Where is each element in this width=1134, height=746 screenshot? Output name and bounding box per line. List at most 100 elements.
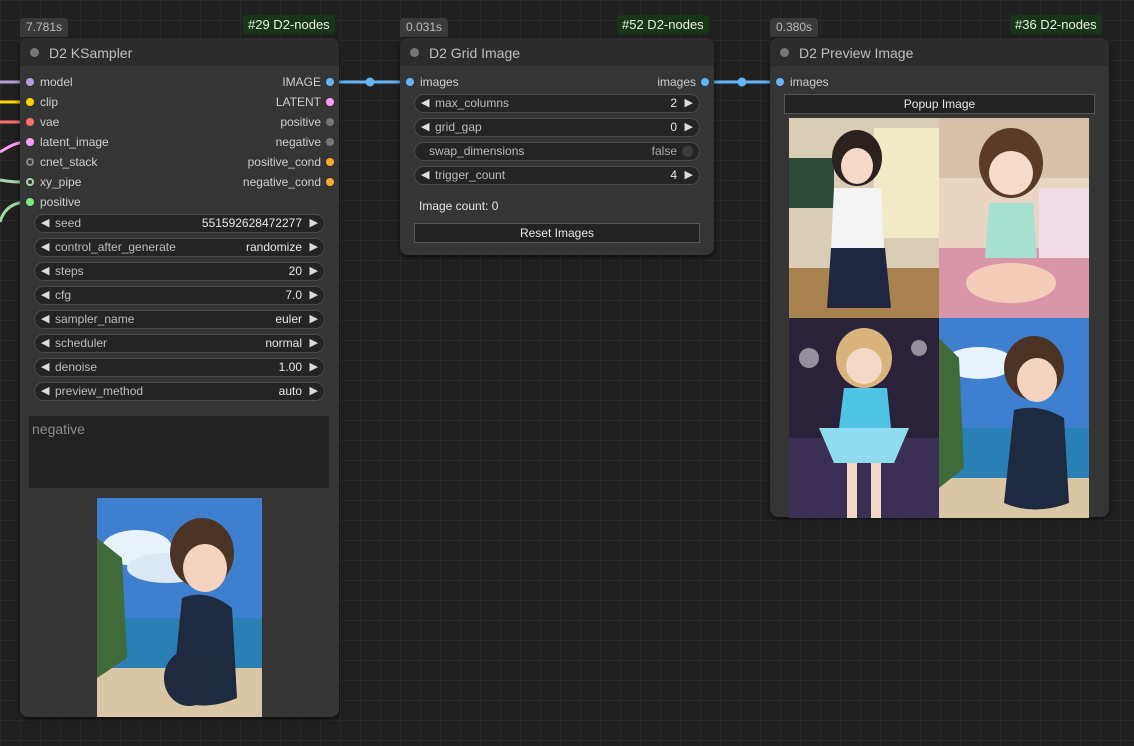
decrement-arrow-icon[interactable]: ◀ <box>41 383 49 400</box>
increment-arrow-icon[interactable]: ▶ <box>685 167 693 184</box>
slot-dot-icon <box>326 158 334 166</box>
slot-label: positive <box>280 115 321 129</box>
increment-arrow-icon[interactable]: ▶ <box>310 287 318 304</box>
decrement-arrow-icon[interactable]: ◀ <box>41 215 49 232</box>
decrement-arrow-icon[interactable]: ◀ <box>421 119 429 136</box>
decrement-arrow-icon[interactable]: ◀ <box>41 287 49 304</box>
decrement-arrow-icon[interactable]: ◀ <box>41 311 49 328</box>
node-title: D2 Preview Image <box>799 45 914 61</box>
increment-arrow-icon[interactable]: ▶ <box>685 119 693 136</box>
grid-image-idol-stage <box>789 318 939 518</box>
widget-denoise[interactable]: ◀ denoise 1.00 ▶ <box>34 358 325 377</box>
slot-dot-icon <box>326 138 334 146</box>
slot-dot-icon <box>26 158 34 166</box>
decrement-arrow-icon[interactable]: ◀ <box>41 239 49 256</box>
widget-value: 20 <box>288 264 302 278</box>
input-slot-model[interactable]: model <box>20 74 73 90</box>
increment-arrow-icon[interactable]: ▶ <box>310 335 318 352</box>
widget-label: steps <box>55 264 84 278</box>
increment-arrow-icon[interactable]: ▶ <box>685 95 693 112</box>
increment-arrow-icon[interactable]: ▶ <box>310 239 318 256</box>
output-slot-positive-cond[interactable]: positive_cond <box>248 154 339 170</box>
slot-label: latent_image <box>40 135 109 149</box>
node-id-badge: #52 D2-nodes <box>617 15 709 34</box>
widget-cfg[interactable]: ◀ cfg 7.0 ▶ <box>34 286 325 305</box>
input-slot-cnet-stack[interactable]: cnet_stack <box>20 154 97 170</box>
input-slot-latent-image[interactable]: latent_image <box>20 134 109 150</box>
output-slot-positive[interactable]: positive <box>280 114 339 130</box>
increment-arrow-icon[interactable]: ▶ <box>310 215 318 232</box>
node-title: D2 Grid Image <box>429 45 521 61</box>
output-slot-negative[interactable]: negative <box>276 134 339 150</box>
output-slot-latent[interactable]: LATENT <box>276 94 339 110</box>
ksampler-node[interactable]: D2 KSampler model clip vae latent_image … <box>20 38 339 717</box>
node-id-badge: #36 D2-nodes <box>1010 15 1102 34</box>
slot-label: negative <box>275 135 321 149</box>
widget-steps[interactable]: ◀ steps 20 ▶ <box>34 262 325 281</box>
slot-dot-icon <box>406 78 414 86</box>
image-count-label: Image count: 0 <box>419 199 499 213</box>
increment-arrow-icon[interactable]: ▶ <box>310 359 318 376</box>
increment-arrow-icon[interactable]: ▶ <box>310 383 318 400</box>
output-slot-images[interactable]: images <box>657 74 714 90</box>
slot-dot-icon <box>26 138 34 146</box>
decrement-arrow-icon[interactable]: ◀ <box>41 359 49 376</box>
node-title-bar[interactable]: D2 Preview Image <box>770 38 1109 66</box>
slot-dot-icon <box>701 78 709 86</box>
widget-scheduler[interactable]: ◀ scheduler normal ▶ <box>34 334 325 353</box>
widget-label: denoise <box>55 360 98 374</box>
widget-control-after-generate[interactable]: ◀ control_after_generate randomize ▶ <box>34 238 325 257</box>
slot-label: images <box>790 75 829 89</box>
toggle-knob-icon[interactable] <box>682 146 693 157</box>
output-slot-negative-cond[interactable]: negative_cond <box>243 174 339 190</box>
input-slot-xy-pipe[interactable]: xy_pipe <box>20 174 81 190</box>
widget-value: 4 <box>670 168 677 182</box>
slot-dot-icon <box>326 98 334 106</box>
widget-label: seed <box>55 216 82 230</box>
slot-dot-icon <box>326 118 334 126</box>
decrement-arrow-icon[interactable]: ◀ <box>41 335 49 352</box>
preview-image-node[interactable]: D2 Preview Image images Popup Image <box>770 38 1109 518</box>
grid-image-classroom <box>789 118 939 318</box>
slot-label: LATENT <box>275 95 321 109</box>
widget-max-columns[interactable]: ◀ max_columns 2 ▶ <box>414 94 700 113</box>
collapse-dot-icon[interactable] <box>410 48 419 57</box>
widget-value: 1.00 <box>278 360 302 374</box>
slot-dot-icon <box>26 98 34 106</box>
input-slot-images[interactable]: images <box>400 74 459 90</box>
output-slot-image[interactable]: IMAGE <box>282 74 339 90</box>
popup-image-button[interactable]: Popup Image <box>784 94 1095 114</box>
decrement-arrow-icon[interactable]: ◀ <box>421 167 429 184</box>
input-slot-positive[interactable]: positive <box>20 194 81 210</box>
widget-label: grid_gap <box>435 120 482 134</box>
widget-grid-gap[interactable]: ◀ grid_gap 0 ▶ <box>414 118 700 137</box>
decrement-arrow-icon[interactable]: ◀ <box>41 263 49 280</box>
increment-arrow-icon[interactable]: ▶ <box>310 311 318 328</box>
widget-preview-method[interactable]: ◀ preview_method auto ▶ <box>34 382 325 401</box>
slot-dot-icon <box>26 198 34 206</box>
slot-label: xy_pipe <box>40 175 82 189</box>
collapse-dot-icon[interactable] <box>30 48 39 57</box>
negative-prompt-textarea[interactable]: negative <box>29 416 329 488</box>
widget-seed[interactable]: ◀ seed 551592628472277 ▶ <box>34 214 325 233</box>
widget-value: 7.0 <box>285 288 302 302</box>
slot-label: images <box>420 75 459 89</box>
slot-dot-icon <box>776 78 784 86</box>
reset-images-button[interactable]: Reset Images <box>414 223 700 243</box>
grid-image-node[interactable]: D2 Grid Image images images ◀ max_columns… <box>400 38 714 255</box>
collapse-dot-icon[interactable] <box>780 48 789 57</box>
input-slot-clip[interactable]: clip <box>20 94 58 110</box>
node-title-bar[interactable]: D2 KSampler <box>20 38 339 66</box>
increment-arrow-icon[interactable]: ▶ <box>310 263 318 280</box>
widget-value: auto <box>278 384 302 398</box>
widget-trigger-count[interactable]: ◀ trigger_count 4 ▶ <box>414 166 700 185</box>
widget-value: false <box>651 144 677 158</box>
input-slot-images[interactable]: images <box>770 74 829 90</box>
slot-label: positive <box>40 195 81 209</box>
widget-value: randomize <box>245 240 302 254</box>
input-slot-vae[interactable]: vae <box>20 114 59 130</box>
node-title-bar[interactable]: D2 Grid Image <box>400 38 714 66</box>
decrement-arrow-icon[interactable]: ◀ <box>421 95 429 112</box>
widget-sampler-name[interactable]: ◀ sampler_name euler ▶ <box>34 310 325 329</box>
toggle-swap-dimensions[interactable]: swap_dimensions false <box>414 142 700 161</box>
